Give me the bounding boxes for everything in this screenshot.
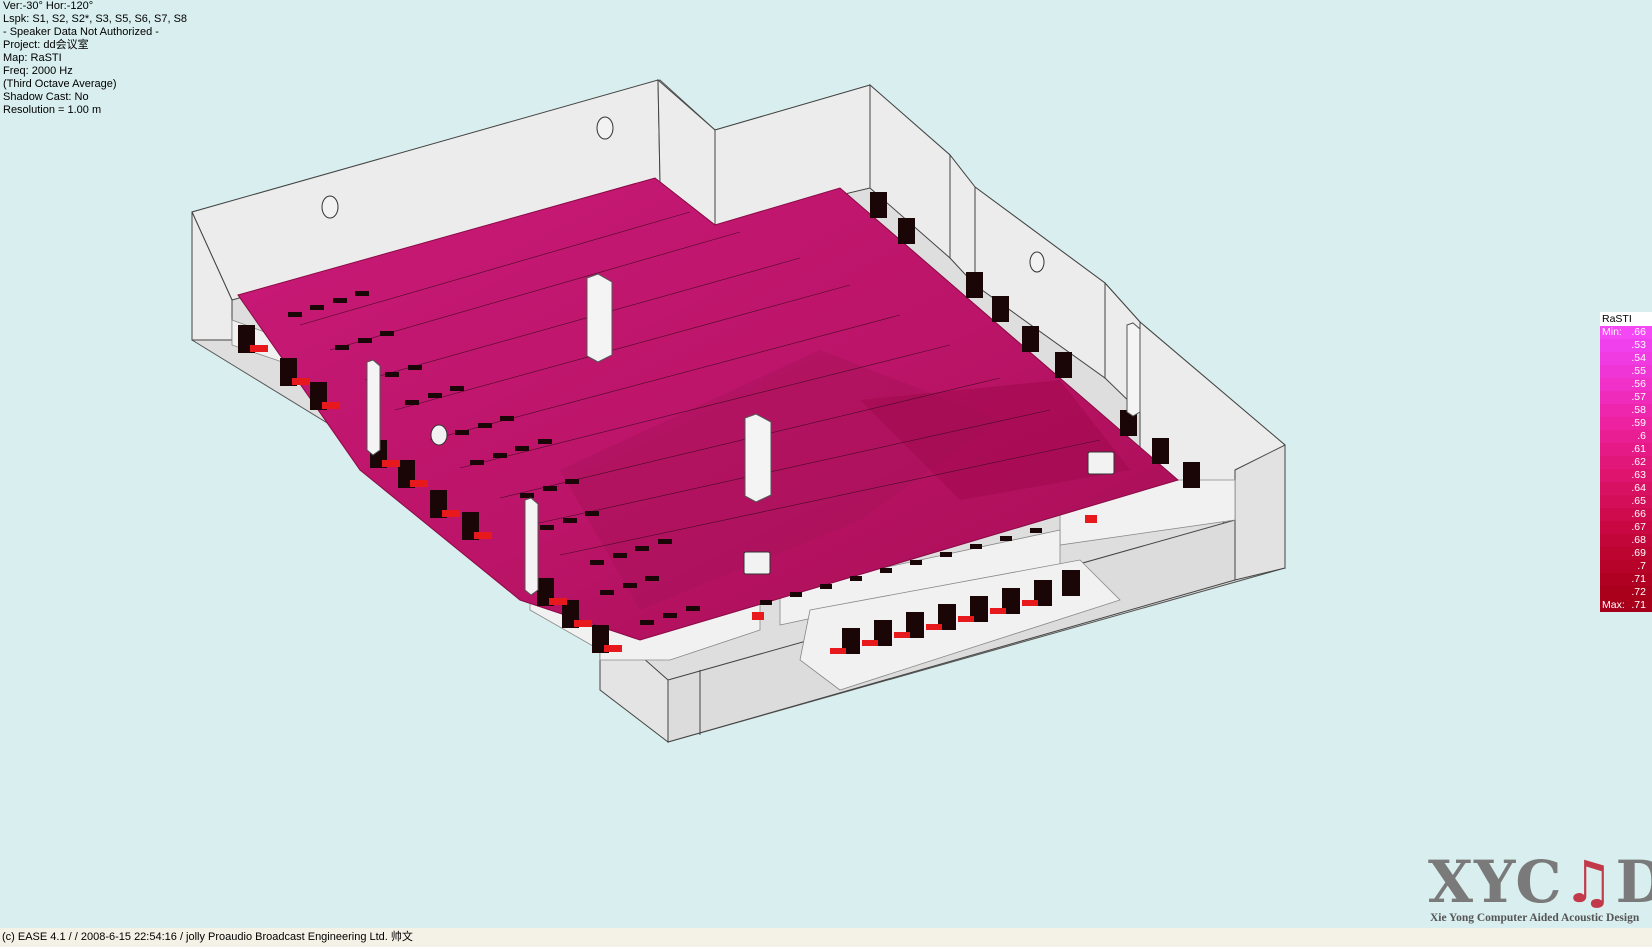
legend-max-label: Max:	[1602, 599, 1625, 611]
legend-title: RaSTI	[1600, 312, 1652, 326]
legend-level: .63	[1600, 469, 1652, 482]
legend-level: .66	[1600, 508, 1652, 521]
logo-brand: XYC♫D	[1428, 852, 1652, 912]
legend-max-value: .71	[1631, 599, 1646, 611]
legend-level: .68	[1600, 534, 1652, 547]
legend-level: .56	[1600, 378, 1652, 391]
rasti-legend: RaSTI Min: .66 .53.54.55.56.57.58.59.6.6…	[1600, 312, 1652, 612]
legend-level: .6	[1600, 430, 1652, 443]
legend-min-value: .66	[1631, 326, 1646, 338]
legend-level: .7	[1600, 560, 1652, 573]
legend-level: .72	[1600, 586, 1652, 599]
legend-levels: .53.54.55.56.57.58.59.6.61.62.63.64.65.6…	[1600, 339, 1652, 599]
legend-level: .55	[1600, 365, 1652, 378]
room-3d-view[interactable]	[0, 0, 1652, 947]
legend-level: .71	[1600, 573, 1652, 586]
xycad-logo: XYC♫D Xie Yong Computer Aided Acoustic D…	[1428, 848, 1652, 928]
legend-level: .61	[1600, 443, 1652, 456]
legend-level: .54	[1600, 352, 1652, 365]
status-footer: (c) EASE 4.1 / / 2008-6-15 22:54:16 / jo…	[0, 928, 1652, 947]
legend-level: .67	[1600, 521, 1652, 534]
legend-level: .57	[1600, 391, 1652, 404]
legend-level: .58	[1600, 404, 1652, 417]
legend-level: .65	[1600, 495, 1652, 508]
legend-level: .62	[1600, 456, 1652, 469]
logo-brand-suffix: D	[1615, 848, 1652, 916]
logo-brand-prefix: XYC	[1428, 848, 1563, 916]
legend-level: .64	[1600, 482, 1652, 495]
footer-text: (c) EASE 4.1 / / 2008-6-15 22:54:16 / jo…	[2, 931, 413, 943]
legend-min-row: Min: .66	[1600, 326, 1652, 339]
legend-level: .69	[1600, 547, 1652, 560]
legend-max-row: Max: .71	[1600, 599, 1652, 612]
music-note-icon: ♫	[1562, 848, 1616, 916]
legend-level: .59	[1600, 417, 1652, 430]
legend-min-label: Min:	[1602, 326, 1622, 338]
logo-subtitle: Xie Yong Computer Aided Acoustic Design	[1430, 912, 1640, 924]
legend-level: .53	[1600, 339, 1652, 352]
